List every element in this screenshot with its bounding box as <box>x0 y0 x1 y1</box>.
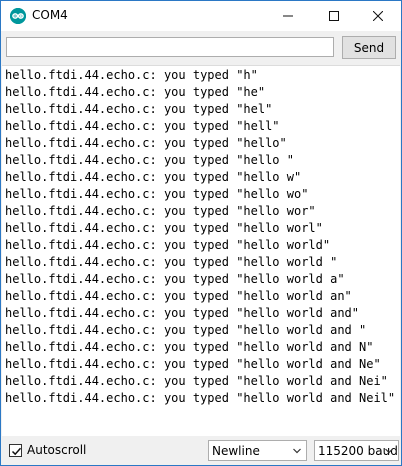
output-line: hello.ftdi.44.echo.c: you typed "hello w… <box>5 187 309 201</box>
autoscroll-checkbox[interactable] <box>9 444 22 457</box>
maximize-button[interactable] <box>311 1 357 31</box>
close-button[interactable] <box>355 1 401 31</box>
output-line: hello.ftdi.44.echo.c: you typed "hello w… <box>5 289 352 303</box>
output-line: hello.ftdi.44.echo.c: you typed "hello w… <box>5 340 374 354</box>
chevron-down-icon <box>293 448 301 454</box>
output-line: hello.ftdi.44.echo.c: you typed "hell" <box>5 119 280 133</box>
minimize-button[interactable] <box>265 1 311 31</box>
line-ending-value: Newline <box>212 443 260 458</box>
send-input[interactable] <box>6 37 334 57</box>
status-bar: Autoscroll Newline 115200 baud <box>1 436 401 465</box>
serial-output[interactable]: hello.ftdi.44.echo.c: you typed "h" hell… <box>2 65 400 437</box>
window-title: COM4 <box>32 8 68 22</box>
output-line: hello.ftdi.44.echo.c: you typed "hello w… <box>5 272 345 286</box>
output-line: hello.ftdi.44.echo.c: you typed "hello w… <box>5 306 360 320</box>
checkmark-icon <box>11 447 22 456</box>
output-line: hello.ftdi.44.echo.c: you typed "hello w… <box>5 204 316 218</box>
arduino-icon <box>10 8 26 24</box>
title-bar[interactable]: COM4 <box>1 1 401 31</box>
output-line: hello.ftdi.44.echo.c: you typed "hello w… <box>5 238 331 252</box>
output-line: hello.ftdi.44.echo.c: you typed "h" <box>5 68 258 82</box>
output-line: hello.ftdi.44.echo.c: you typed "hello w… <box>5 357 381 371</box>
output-line: hello.ftdi.44.echo.c: you typed "hello w… <box>5 221 323 235</box>
close-icon <box>373 11 383 21</box>
send-row: Send <box>1 31 401 65</box>
output-line: hello.ftdi.44.echo.c: you typed "hello w… <box>5 391 396 405</box>
serial-monitor-window: COM4 Send hello.ftdi.44.echo.c: you type… <box>0 0 402 466</box>
line-ending-select[interactable]: Newline <box>208 440 307 461</box>
output-line: hello.ftdi.44.echo.c: you typed "he" <box>5 85 266 99</box>
autoscroll-label: Autoscroll <box>27 443 87 457</box>
minimize-icon <box>283 15 293 17</box>
chevron-down-icon <box>385 448 393 454</box>
output-line: hello.ftdi.44.echo.c: you typed "hello w… <box>5 374 388 388</box>
baud-rate-select[interactable]: 115200 baud <box>314 440 399 461</box>
output-line: hello.ftdi.44.echo.c: you typed "hello w… <box>5 323 367 337</box>
maximize-icon <box>329 11 339 21</box>
output-line: hello.ftdi.44.echo.c: you typed "hello w… <box>5 170 302 184</box>
output-line: hello.ftdi.44.echo.c: you typed "hel" <box>5 102 273 116</box>
output-line: hello.ftdi.44.echo.c: you typed "hello w… <box>5 255 338 269</box>
send-button[interactable]: Send <box>342 36 396 59</box>
output-line: hello.ftdi.44.echo.c: you typed "hello" <box>5 136 287 150</box>
output-line: hello.ftdi.44.echo.c: you typed "hello " <box>5 153 294 167</box>
